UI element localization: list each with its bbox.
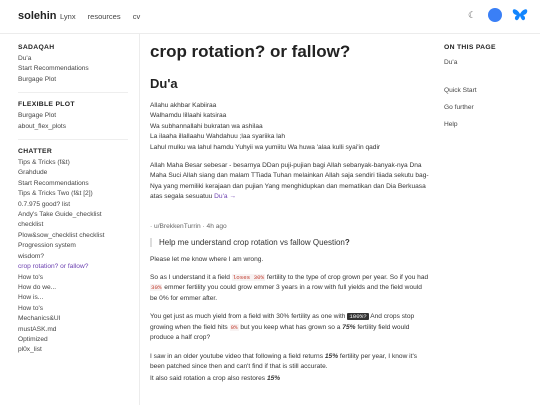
sidebar-item[interactable]: Mechanics&UI: [18, 314, 139, 324]
paragraph-translation: Allah Maha Besar sebesar - besarnya DDan…: [150, 161, 430, 203]
sidebar-item[interactable]: crop rotation? or fallow?: [18, 262, 139, 272]
inline-code: loses 30%: [231, 274, 266, 282]
poem: Allahu akhbar Kabiiraa Walhamdu lillaahi…: [150, 101, 430, 153]
inline-code: 0%: [229, 323, 239, 331]
sidebar-item[interactable]: How to's: [18, 273, 139, 283]
sidebar-item[interactable]: Tips & Tricks Two (f&t [2]): [18, 189, 139, 199]
poem-line: Wa subhannallahi bukratan wa ashilaa: [150, 122, 263, 130]
butterfly-icon[interactable]: [512, 8, 528, 22]
toc-item-dua[interactable]: Du'a: [444, 59, 540, 66]
top-bar: solehin Lynx resources cv ☾: [0, 0, 540, 34]
nav-link-lynx[interactable]: Lynx: [60, 12, 76, 21]
post-paragraph: Please let me know where I am wrong.: [150, 255, 264, 263]
sidebar: SADAQAH Du'a Start Recommendations Burgage …: [0, 34, 140, 405]
sidebar-item[interactable]: Progression system: [18, 241, 139, 251]
site-logo[interactable]: solehin: [18, 10, 57, 22]
toc-link-help[interactable]: Help: [444, 116, 540, 133]
post-paragraph: I saw in an older youtube video that fol…: [150, 352, 430, 373]
top-icons: ☾: [468, 8, 528, 22]
sidebar-item[interactable]: 0.7.975 good? list: [18, 200, 139, 210]
table-of-contents: ON THIS PAGE Du'a Quick Start Go further…: [444, 34, 540, 405]
post-paragraph: So as I understand it a field loses 30% …: [150, 273, 430, 304]
post-text: but you keep what has grown so a: [240, 323, 341, 331]
moon-icon[interactable]: ☾: [468, 10, 478, 20]
sidebar-item[interactable]: How to's: [18, 304, 139, 314]
nav-link-resources[interactable]: resources: [88, 12, 121, 21]
post-title-mark: ?: [344, 237, 350, 247]
sidebar-item[interactable]: Grahdude: [18, 168, 139, 178]
post-text: So as I understand it a field: [150, 274, 230, 282]
inline-code: 100%?: [347, 313, 369, 321]
sidebar-divider: [18, 139, 128, 141]
sidebar-item[interactable]: Burgage Plot: [18, 111, 139, 121]
sidebar-item[interactable]: Start Recommendations: [18, 64, 139, 74]
sidebar-item[interactable]: Plow&sow_checklist checklist: [18, 231, 139, 241]
sidebar-item[interactable]: Burgage Plot: [18, 75, 139, 85]
poem-line: Allahu akhbar Kabiiraa: [150, 102, 217, 109]
sidebar-item[interactable]: Du'a: [18, 54, 139, 64]
sidebar-item[interactable]: pl0x_list: [18, 345, 139, 355]
sidebar-divider: [18, 92, 128, 94]
post-text: I saw in an older youtube video that fol…: [150, 352, 324, 360]
sidebar-item[interactable]: about_flex_plots: [18, 122, 139, 132]
top-nav: Lynx resources cv: [60, 12, 150, 21]
toc-link-quick-start[interactable]: Quick Start: [444, 82, 540, 99]
sidebar-item[interactable]: Start Recommendations: [18, 179, 139, 189]
sidebar-item[interactable]: Tips & Tricks (f&t): [18, 158, 139, 168]
poem-line: La ilaaha illallaahu Wahdahuu ;laa syari…: [150, 133, 286, 141]
inline-code: 30%: [150, 284, 163, 292]
translation-text: Allah Maha Besar sebesar - besarnya DDan…: [150, 162, 429, 201]
post-paragraph: It also said rotation a crop also restor…: [150, 374, 430, 384]
dua-link[interactable]: Du'a →: [214, 193, 236, 200]
sidebar-item[interactable]: How is...: [18, 293, 139, 303]
sidebar-item[interactable]: mustASK.md: [18, 325, 139, 335]
toc-title: ON THIS PAGE: [444, 44, 496, 51]
sidebar-section-title: FLEXIBLE PLOT: [18, 101, 75, 109]
post-text: You get just as much yield from a field …: [150, 313, 346, 321]
toc-link-go-further[interactable]: Go further: [444, 99, 540, 116]
avatar[interactable]: [488, 8, 502, 22]
post-meta: · u/BrekkenTurrin · 4h ago: [150, 222, 227, 230]
main-content: crop rotation? or fallow? Du'a Allahu ak…: [150, 34, 430, 405]
section-heading-dua: Du'a: [150, 76, 178, 91]
post-text: It also said rotation a crop also restor…: [150, 375, 266, 383]
sidebar-section-title: CHATTER: [18, 148, 53, 156]
sidebar-section-title: SADAQAH: [18, 44, 55, 51]
poem-line: Walhamdu lillaahi katsiraa: [150, 112, 227, 120]
page-title: crop rotation? or fallow?: [150, 42, 351, 61]
bold-text: 75%: [342, 323, 356, 331]
sidebar-item[interactable]: Andy's Take Guide_checklist: [18, 210, 139, 220]
post-title: Help me understand crop rotation vs fall…: [159, 237, 345, 247]
post-text: emmer fertility you could grow emmer 3 y…: [150, 284, 422, 302]
bold-text: 15%: [324, 352, 339, 360]
sidebar-item[interactable]: Optimized: [18, 335, 139, 345]
poem-line: Lahul mulku wa lahul hamdu Yuhyii wa yum…: [150, 143, 381, 151]
bold-text: 15%: [266, 375, 281, 383]
nav-link-cv[interactable]: cv: [133, 12, 141, 21]
sidebar-item[interactable]: checklist: [18, 220, 139, 230]
post-title-quote: Help me understand crop rotation vs fall…: [150, 237, 430, 247]
sidebar-item[interactable]: How do we...: [18, 283, 139, 293]
sidebar-item[interactable]: wisdom?: [18, 252, 139, 262]
post-text: fertility to the type of crop grown per …: [266, 274, 429, 282]
post-paragraph: You get just as much yield from a field …: [150, 312, 430, 343]
